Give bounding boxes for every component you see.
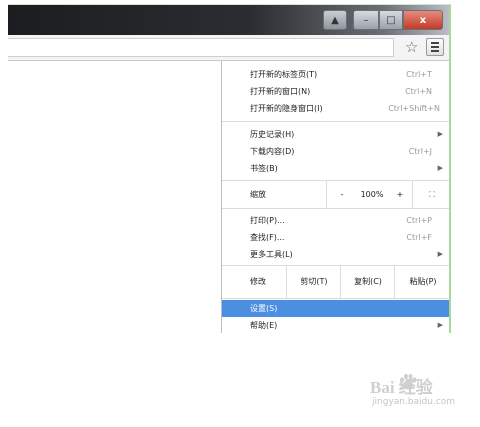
maximize-button[interactable]: □ <box>379 10 403 30</box>
menu-item-label: 查找(F)... <box>250 233 285 242</box>
menu-item-shortcut: Ctrl+P <box>406 216 432 225</box>
zoom-in-button[interactable]: + <box>388 181 412 208</box>
menu-item-shortcut: Ctrl+Shift+N <box>388 104 440 113</box>
minimize-button[interactable]: – <box>353 10 379 30</box>
menu-item-label: 历史记录(H) <box>250 130 295 139</box>
menu-item-shortcut: Ctrl+J <box>408 147 432 156</box>
menu-separator <box>222 208 449 209</box>
menu-item-more-tools[interactable]: 更多工具(L) ▶ <box>222 246 449 263</box>
menu-item-label: 设置(S) <box>250 304 278 313</box>
menu-item-new-tab[interactable]: 打开新的标签页(T) Ctrl+T <box>222 66 449 83</box>
title-bar: ▲ – □ x <box>8 5 449 35</box>
menu-item-print[interactable]: 打印(P)... Ctrl+P <box>222 212 449 229</box>
submenu-arrow-icon: ▶ <box>437 321 443 329</box>
copy-button[interactable]: 复制(C) <box>340 266 395 298</box>
menu-item-shortcut: Ctrl+N <box>405 87 432 96</box>
close-button[interactable]: x <box>403 10 443 30</box>
paste-button[interactable]: 粘贴(P) <box>394 266 449 298</box>
menu-item-label: 打开新的标签页(T) <box>250 70 318 79</box>
address-bar[interactable] <box>8 38 394 57</box>
menu-zoom-row: 缩放 - 100% + ⛶ <box>222 181 449 208</box>
menu-item-new-window[interactable]: 打开新的窗口(N) Ctrl+N <box>222 83 449 100</box>
menu-item-label: 下载内容(D) <box>250 147 295 156</box>
submenu-arrow-icon: ▶ <box>437 130 443 138</box>
hamburger-menu-icon[interactable] <box>426 38 444 56</box>
submenu-arrow-icon: ▶ <box>437 164 443 172</box>
edit-label: 修改 <box>250 277 266 286</box>
submenu-arrow-icon: ▶ <box>437 250 443 258</box>
menu-item-history[interactable]: 历史记录(H) ▶ <box>222 126 449 143</box>
menu-separator <box>222 121 449 122</box>
menu-item-label: 帮助(E) <box>250 321 278 330</box>
cut-button[interactable]: 剪切(T) <box>286 266 341 298</box>
browser-dropdown-menu: 打开新的标签页(T) Ctrl+T 打开新的窗口(N) Ctrl+N 打开新的隐… <box>221 61 449 333</box>
fullscreen-icon[interactable]: ⛶ <box>412 181 449 208</box>
menu-item-settings[interactable]: 设置(S) <box>222 300 449 317</box>
browser-toolbar: ☆ <box>8 35 449 61</box>
menu-item-label: 打开新的窗口(N) <box>250 87 311 96</box>
paw-logo-icon <box>400 373 417 390</box>
zoom-label: 缩放 <box>250 190 266 199</box>
window-controls: ▲ – □ x <box>323 7 443 30</box>
menu-item-shortcut: Ctrl+T <box>406 70 432 79</box>
menu-item-new-incognito-window[interactable]: 打开新的隐身窗口(I) Ctrl+Shift+N <box>222 100 449 117</box>
user-profile-button[interactable]: ▲ <box>323 10 347 30</box>
menu-separator <box>222 298 449 299</box>
browser-window: ▲ – □ x ☆ 打开新的标签页(T) Ctrl+T 打开新的窗口(N) Ct… <box>8 4 451 333</box>
menu-item-shortcut: Ctrl+F <box>406 233 432 242</box>
zoom-out-button[interactable]: - <box>326 181 357 208</box>
menu-item-downloads[interactable]: 下载内容(D) Ctrl+J <box>222 143 449 160</box>
menu-line <box>431 46 439 48</box>
menu-item-label: 打开新的隐身窗口(I) <box>250 104 323 113</box>
watermark-url: jingyan.baidu.com <box>372 397 456 407</box>
menu-line <box>431 50 439 52</box>
menu-item-label: 书签(B) <box>250 164 278 173</box>
zoom-level: 100% <box>360 190 384 199</box>
bookmark-star-icon[interactable]: ☆ <box>405 38 418 56</box>
menu-item-bookmarks[interactable]: 书签(B) ▶ <box>222 160 449 177</box>
menu-item-label: 打印(P)... <box>250 216 285 225</box>
menu-line <box>431 42 439 44</box>
menu-item-help[interactable]: 帮助(E) ▶ <box>222 317 449 333</box>
menu-edit-row: 修改 剪切(T) 复制(C) 粘贴(P) <box>222 266 449 298</box>
menu-item-label: 更多工具(L) <box>250 250 293 259</box>
baidu-jingyan-watermark: Bai 经验 jingyan.baidu.com <box>370 373 475 413</box>
menu-item-find[interactable]: 查找(F)... Ctrl+F <box>222 229 449 246</box>
